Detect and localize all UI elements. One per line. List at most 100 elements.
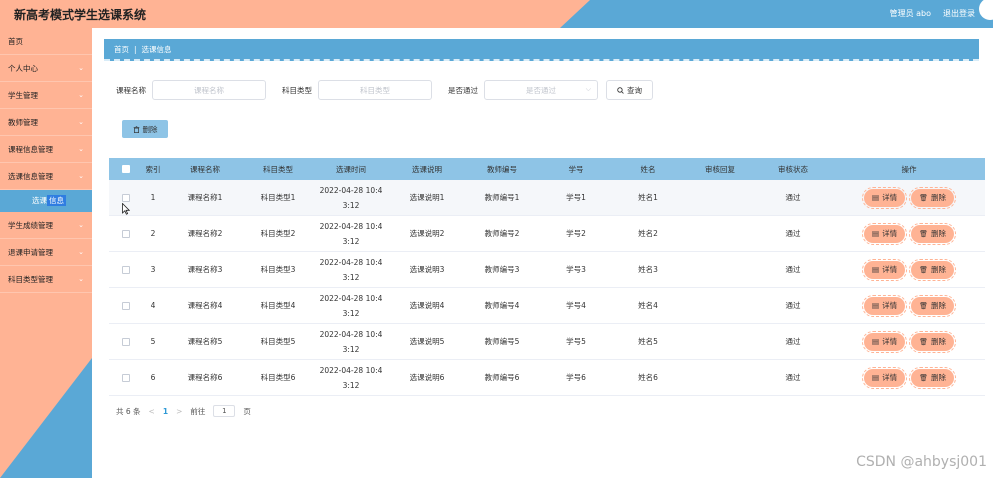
row-delete-button[interactable]: 🗑 删除 [909, 186, 956, 209]
cell-student-name: 姓名5 [638, 337, 658, 346]
cell-selection-time: 2022-04-28 10:4 3:12 [309, 363, 393, 393]
row-checkbox[interactable] [122, 265, 130, 274]
pagination-next[interactable]: > [176, 407, 182, 416]
batch-delete-button[interactable]: 删除 [122, 120, 168, 138]
row-checkbox[interactable] [122, 229, 130, 238]
cell-review-status: 通过 [785, 373, 801, 382]
cell-subject-type: 科目类型4 [260, 301, 296, 310]
sidebar-item-label: 个人中心 [8, 64, 38, 73]
cell-selection-note: 选课说明2 [409, 229, 445, 238]
detail-button[interactable]: ▤ 详情 [861, 186, 908, 209]
course-name-input[interactable] [152, 80, 266, 100]
column-header: 科目类型 [263, 164, 293, 174]
sidebar-item-bottom-2[interactable]: 科目类型管理 ⌄ [0, 266, 92, 293]
row-delete-button[interactable]: 🗑 删除 [909, 294, 956, 317]
cell-course-name: 课程名称2 [187, 229, 223, 238]
document-icon: ▤ [872, 337, 880, 346]
search-bar: 课程名称 科目类型 是否通过 是否通过 ⌵ 查询 [116, 80, 653, 100]
query-button[interactable]: 查询 [606, 80, 653, 100]
current-user: 管理员 abo [889, 9, 931, 18]
row-checkbox[interactable] [122, 373, 130, 382]
column-header: 选课时间 [336, 164, 366, 174]
column-header: 姓名 [640, 164, 656, 174]
pass-status-select[interactable]: 是否通过 ⌵ [484, 80, 598, 100]
row-checkbox[interactable] [122, 193, 130, 202]
sidebar-item-top-1[interactable]: 个人中心 ⌄ [0, 55, 92, 82]
row-delete-button[interactable]: 🗑 删除 [909, 330, 956, 353]
cell-review-status: 通过 [785, 301, 801, 310]
row-checkbox[interactable] [122, 301, 130, 310]
cell-course-name: 课程名称1 [187, 193, 223, 202]
document-icon: ▤ [872, 373, 880, 382]
select-all-checkbox[interactable] [122, 165, 130, 173]
column-header: 选课说明 [412, 164, 442, 174]
cell-subject-type: 科目类型6 [260, 373, 296, 382]
detail-button[interactable]: ▤ 详情 [861, 366, 908, 389]
document-icon: ▤ [872, 301, 880, 310]
sidebar-item-label: 选课信息管理 [8, 172, 53, 181]
cell-selection-time: 2022-04-28 10:4 3:12 [309, 219, 393, 249]
document-icon: ▤ [872, 265, 880, 274]
trash-icon [133, 125, 139, 133]
column-header: 课程名称 [190, 164, 220, 174]
sidebar-item-label: 教师管理 [8, 118, 38, 127]
detail-button[interactable]: ▤ 详情 [861, 330, 908, 353]
sidebar-item-top-0[interactable]: 首页 [0, 28, 92, 55]
cell-selection-note: 选课说明5 [409, 337, 445, 346]
select-all-checkbox-cell[interactable] [109, 165, 143, 173]
cell-teacher-id: 教师编号4 [484, 301, 520, 310]
cell-teacher-id: 教师编号1 [484, 193, 520, 202]
pagination-current-page[interactable]: 1 [163, 407, 168, 416]
table-row: 6 课程名称6 科目类型6 2022-04-28 10:4 3:12 选课说明6 教师编号6… [109, 360, 985, 396]
row-checkbox-cell[interactable] [109, 301, 143, 310]
row-checkbox[interactable] [122, 337, 130, 346]
sidebar-subitem-course-selection-info[interactable]: 选课 信息 [0, 190, 92, 212]
pagination-page-input[interactable]: 1 [213, 405, 236, 417]
detail-button[interactable]: ▤ 详情 [861, 294, 908, 317]
pagination-total: 共 6 条 [116, 406, 141, 416]
row-checkbox-cell[interactable] [109, 193, 143, 202]
cell-review-status: 通过 [785, 337, 801, 346]
chevron-down-icon: ⌄ [78, 248, 84, 256]
sidebar-item-bottom-1[interactable]: 退课申请管理 ⌄ [0, 239, 92, 266]
logout-link[interactable]: 退出登录 [943, 8, 975, 19]
cell-selection-time: 2022-04-28 10:4 3:12 [309, 183, 393, 213]
row-delete-button-label: 删除 [930, 265, 946, 274]
cell-operations: ▤ 详情 🗑 删除 [833, 258, 985, 281]
row-checkbox-cell[interactable] [109, 265, 143, 274]
cell-teacher-id: 教师编号6 [484, 373, 520, 382]
cell-index: 6 [150, 373, 156, 382]
detail-button[interactable]: ▤ 详情 [861, 258, 908, 281]
breadcrumb-home[interactable]: 首页 [114, 45, 129, 54]
detail-button[interactable]: ▤ 详情 [861, 222, 908, 245]
course-selection-table: 索引 课程名称 科目类型 选课时间 选课说明 教师编号 学号 姓名 审核回复 审核状态 操作 1 课程… [109, 158, 985, 396]
course-name-label: 课程名称 [116, 85, 146, 95]
row-delete-button[interactable]: 🗑 删除 [909, 366, 956, 389]
sidebar-item-bottom-0[interactable]: 学生成绩管理 ⌄ [0, 212, 92, 239]
chevron-down-icon: ⌄ [78, 221, 84, 229]
sidebar: 首页 个人中心 ⌄ 学生管理 ⌄ 教师管理 ⌄ 课程信息管理 ⌄ 选课信息管理 ⌄ 选课 信息 学生成… [0, 28, 92, 478]
row-checkbox-cell[interactable] [109, 337, 143, 346]
cell-selection-time: 2022-04-28 10:4 3:12 [309, 255, 393, 285]
row-delete-button[interactable]: 🗑 删除 [909, 258, 956, 281]
sidebar-item-top-4[interactable]: 课程信息管理 ⌄ [0, 136, 92, 163]
detail-button-label: 详情 [882, 337, 898, 346]
sidebar-item-top-3[interactable]: 教师管理 ⌄ [0, 109, 92, 136]
subject-type-input[interactable] [318, 80, 432, 100]
cell-subject-type: 科目类型5 [260, 337, 296, 346]
row-delete-button[interactable]: 🗑 删除 [909, 222, 956, 245]
detail-button-label: 详情 [882, 373, 898, 382]
cell-selection-note: 选课说明4 [409, 301, 445, 310]
sidebar-item-label: 退课申请管理 [8, 248, 53, 257]
document-icon: ▤ [872, 193, 880, 202]
sidebar-blue-band [0, 358, 92, 478]
row-checkbox-cell[interactable] [109, 373, 143, 382]
column-header: 审核回复 [705, 164, 735, 174]
table-row: 3 课程名称3 科目类型3 2022-04-28 10:4 3:12 选课说明3 教师编号3… [109, 252, 985, 288]
pass-status-placeholder: 是否通过 [526, 85, 556, 95]
cell-course-name: 课程名称6 [187, 373, 223, 382]
sidebar-item-top-5[interactable]: 选课信息管理 ⌄ [0, 163, 92, 190]
pagination-prev[interactable]: < [149, 407, 155, 416]
row-checkbox-cell[interactable] [109, 229, 143, 238]
sidebar-item-top-2[interactable]: 学生管理 ⌄ [0, 82, 92, 109]
